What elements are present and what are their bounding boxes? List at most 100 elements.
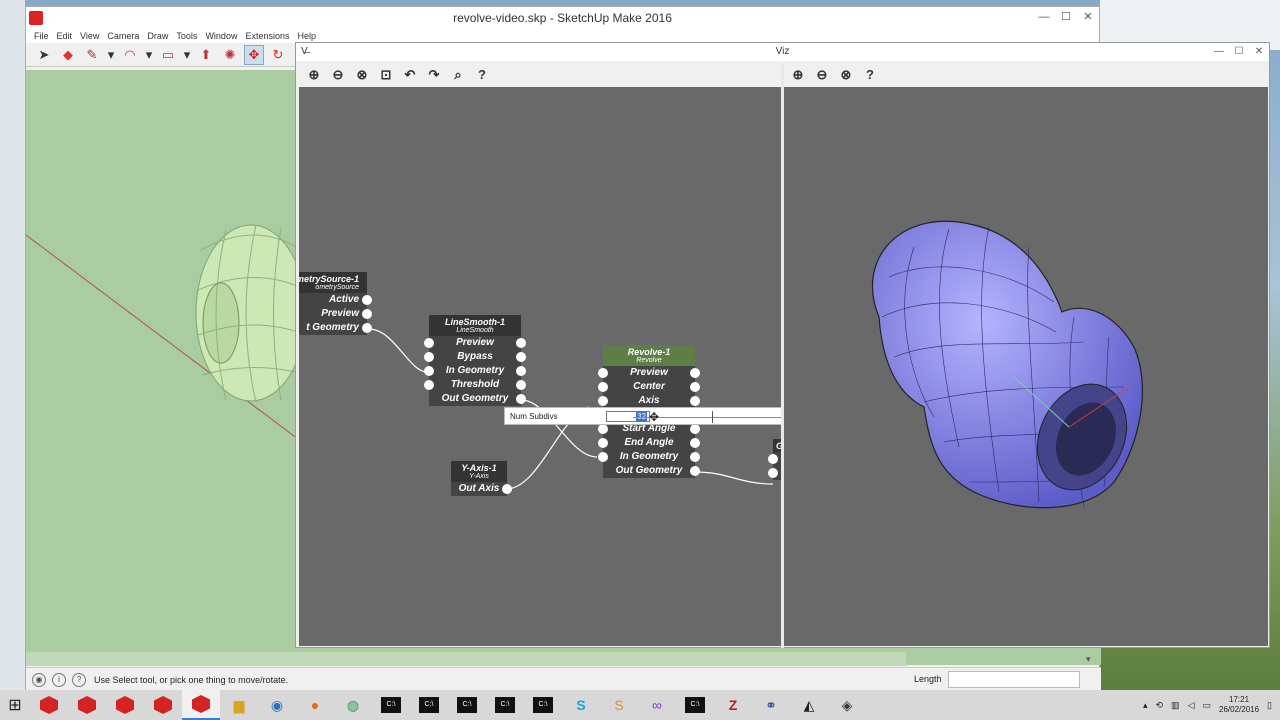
port-out-dot[interactable]	[516, 338, 526, 348]
pencil-tool-icon[interactable]: ✎	[82, 45, 102, 65]
node-line-smooth[interactable]: LineSmooth-1 LineSmooth Preview Bypass I…	[424, 315, 526, 406]
port-preview[interactable]: Preview	[424, 336, 526, 350]
node-graph-panel[interactable]: metrySource-1 ometrySource Active Previe…	[299, 87, 781, 646]
port-out-dot[interactable]	[690, 424, 700, 434]
viz-maximize-button[interactable]: ☐	[1229, 43, 1249, 61]
port-out-dot[interactable]	[516, 394, 526, 404]
taskbar-cmd-6[interactable]: C:\	[676, 690, 714, 720]
menu-view[interactable]: View	[76, 31, 103, 41]
taskbar-cmd-3[interactable]: C:\	[448, 690, 486, 720]
port-in-dot[interactable]	[598, 452, 608, 462]
info-icon[interactable]: i	[52, 672, 66, 687]
sketchup-app-icon[interactable]	[29, 11, 43, 25]
port-out-geometry[interactable]: t Geometry	[299, 321, 372, 335]
slider-thumb[interactable]	[712, 411, 714, 423]
close-button[interactable]: ✕	[1077, 7, 1099, 27]
taskbar-sublime[interactable]: S	[600, 690, 638, 720]
rectangle-dropdown-icon[interactable]: ▾	[182, 45, 192, 65]
port-in-dot[interactable]	[424, 380, 434, 390]
tray-sync-icon[interactable]: ⟲	[1156, 700, 1164, 711]
help-circle-icon[interactable]: ?	[72, 672, 86, 687]
eraser-tool-icon[interactable]: ◆	[58, 45, 78, 65]
port-out-dot[interactable]	[362, 309, 372, 319]
tray-chevron-icon[interactable]: ▴	[1143, 700, 1148, 711]
port-active[interactable]: Active	[299, 293, 372, 307]
select-tool-icon[interactable]: ➤	[34, 45, 54, 65]
windows-start-icon[interactable]: ⊞	[0, 690, 30, 720]
taskbar-inkscape[interactable]: ◭	[790, 690, 828, 720]
port-in-dot[interactable]	[598, 424, 608, 434]
taskbar-file-explorer[interactable]: ▆	[220, 690, 258, 720]
port-out-dot[interactable]	[690, 382, 700, 392]
redo-icon[interactable]: ↷	[424, 65, 444, 85]
viz-close-button[interactable]: ✕	[1249, 43, 1269, 61]
num-subdivs-popup[interactable]: Num Subdivs 32 ✥	[504, 407, 781, 425]
port-in-dot[interactable]	[424, 366, 434, 376]
port-in-dot[interactable]	[598, 382, 608, 392]
menu-file[interactable]: File	[30, 31, 53, 41]
port-bypass[interactable]: Bypass	[424, 350, 526, 364]
port-in-geometry[interactable]: In Geometry	[598, 450, 700, 464]
offset-tool-icon[interactable]: ✺	[220, 45, 240, 65]
taskbar-thunderbird[interactable]: ◉	[258, 690, 296, 720]
node-y-axis[interactable]: Y-Axis-1 Y-Axis Out Axis	[451, 461, 512, 496]
port-in-dot[interactable]	[768, 468, 778, 478]
taskbar-sketchup-1[interactable]	[30, 690, 68, 720]
port-out-dot[interactable]	[690, 396, 700, 406]
port-out-dot[interactable]	[516, 380, 526, 390]
length-input[interactable]	[948, 671, 1080, 688]
scroll-down-arrow-icon[interactable]: ▾	[1086, 654, 1091, 665]
port-center[interactable]: Center	[598, 380, 700, 394]
tray-volume-icon[interactable]: ◁	[1188, 700, 1195, 711]
port-out-axis[interactable]: Out Axis	[451, 482, 512, 496]
zoom-fit-icon[interactable]: ⊗	[352, 65, 372, 85]
port-row[interactable]	[768, 452, 781, 466]
port-out-dot[interactable]	[362, 295, 372, 305]
menu-camera[interactable]: Camera	[103, 31, 143, 41]
menu-window[interactable]: Window	[201, 31, 241, 41]
tray-keyboard-icon[interactable]: ▭	[1202, 700, 1211, 711]
port-out-dot[interactable]	[516, 352, 526, 362]
port-in-dot[interactable]	[768, 454, 778, 464]
tray-network-icon[interactable]: ▥	[1171, 700, 1180, 711]
port-out-geometry[interactable]: Out Geometry	[603, 464, 700, 478]
taskbar-network[interactable]: ⚭	[752, 690, 790, 720]
inspect-icon[interactable]: ⌕	[448, 65, 468, 85]
port-out-dot[interactable]	[690, 438, 700, 448]
taskbar-sketchup-2[interactable]	[68, 690, 106, 720]
taskbar-skype[interactable]: S	[562, 690, 600, 720]
help-icon[interactable]: ?	[472, 65, 492, 85]
port-end-angle[interactable]: End Angle	[598, 436, 700, 450]
port-in-dot[interactable]	[424, 338, 434, 348]
taskbar-sketchup-active[interactable]	[182, 690, 220, 720]
port-in-dot[interactable]	[424, 352, 434, 362]
geolocation-icon[interactable]: ◉	[32, 672, 46, 687]
pencil-dropdown-icon[interactable]: ▾	[106, 45, 116, 65]
menu-draw[interactable]: Draw	[143, 31, 172, 41]
node-partial[interactable]: G	[768, 439, 781, 480]
port-out-dot[interactable]	[690, 368, 700, 378]
port-out-dot[interactable]	[690, 452, 700, 462]
render-help-icon[interactable]: ?	[860, 65, 880, 85]
menu-extensions[interactable]: Extensions	[241, 31, 293, 41]
port-threshold[interactable]: Threshold	[424, 378, 526, 392]
rotate-tool-icon[interactable]: ↻	[268, 45, 288, 65]
render-panel[interactable]	[784, 87, 1268, 646]
taskbar-cmd-1[interactable]: C:\	[372, 690, 410, 720]
port-row[interactable]	[768, 466, 781, 480]
port-out-dot[interactable]	[362, 323, 372, 333]
render-zoom-fit-icon[interactable]: ⊗	[836, 65, 856, 85]
taskbar-chrome[interactable]: ◍	[334, 690, 372, 720]
node-geometry-source[interactable]: metrySource-1 ometrySource Active Previe…	[299, 272, 372, 335]
port-in-dot[interactable]	[598, 396, 608, 406]
zoom-out-icon[interactable]: ⊖	[328, 65, 348, 85]
port-preview[interactable]: Preview	[598, 366, 700, 380]
maximize-button[interactable]: ☐	[1055, 7, 1077, 27]
port-out-geometry[interactable]: Out Geometry	[429, 392, 526, 406]
taskbar-sketchup-4[interactable]	[144, 690, 182, 720]
taskbar-layout[interactable]: ◈	[828, 690, 866, 720]
menu-help[interactable]: Help	[293, 31, 320, 41]
zoom-in-icon[interactable]: ⊕	[304, 65, 324, 85]
port-axis[interactable]: Axis	[598, 394, 700, 408]
taskbar-cmd-4[interactable]: C:\	[486, 690, 524, 720]
